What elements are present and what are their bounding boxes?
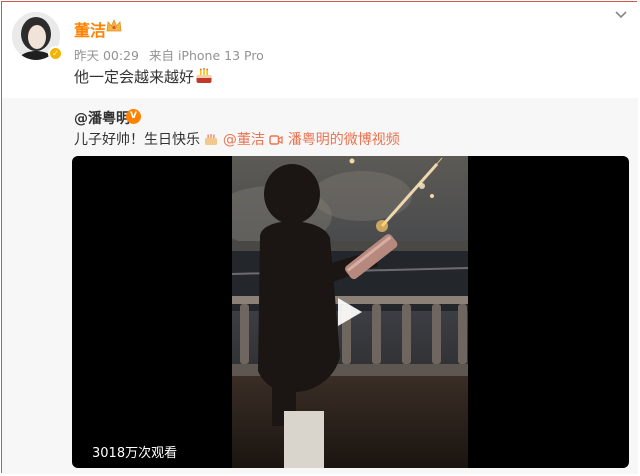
- post-header: ✓ 董洁 昨天 00:29 来自 iPhone 13 Pro 他一定会越来越好: [2, 2, 638, 98]
- repost-username[interactable]: @潘粤明: [74, 108, 130, 128]
- chevron-down-icon[interactable]: [614, 10, 628, 20]
- verified-badge-icon: ✓: [48, 46, 63, 61]
- post-text-content: 他一定会越来越好: [74, 68, 195, 86]
- play-icon[interactable]: [334, 296, 366, 328]
- video-player[interactable]: 3018万次观看: [72, 156, 629, 468]
- post-text: 他一定会越来越好: [74, 66, 213, 87]
- view-count: 3018万次观看: [92, 446, 178, 461]
- weibo-post-card: ✓ 董洁 昨天 00:29 来自 iPhone 13 Pro 他一定会越来越好: [1, 1, 638, 474]
- cake-icon: [205, 134, 218, 145]
- post-meta: 昨天 00:29 来自 iPhone 13 Pro: [74, 45, 270, 64]
- mention-link[interactable]: @董洁: [223, 132, 265, 148]
- video-icon: [269, 135, 283, 145]
- reposted-content: @潘粤明 V 儿子好帅！生日快乐 @董洁 潘粤明的微博视频 3018万次观看: [2, 98, 638, 474]
- post-source: 来自 iPhone 13 Pro: [148, 48, 264, 63]
- post-time[interactable]: 昨天 00:29: [74, 48, 139, 63]
- verified-v-icon: V: [126, 109, 141, 124]
- repost-text: 儿子好帅！生日快乐 @董洁 潘粤明的微博视频: [74, 129, 400, 149]
- post-username[interactable]: 董洁: [74, 17, 106, 41]
- crown-icon: [106, 19, 122, 32]
- repost-text-content: 儿子好帅！生日快乐: [74, 132, 200, 148]
- cake-icon: [196, 68, 212, 83]
- video-link[interactable]: 潘粤明的微博视频: [288, 132, 400, 148]
